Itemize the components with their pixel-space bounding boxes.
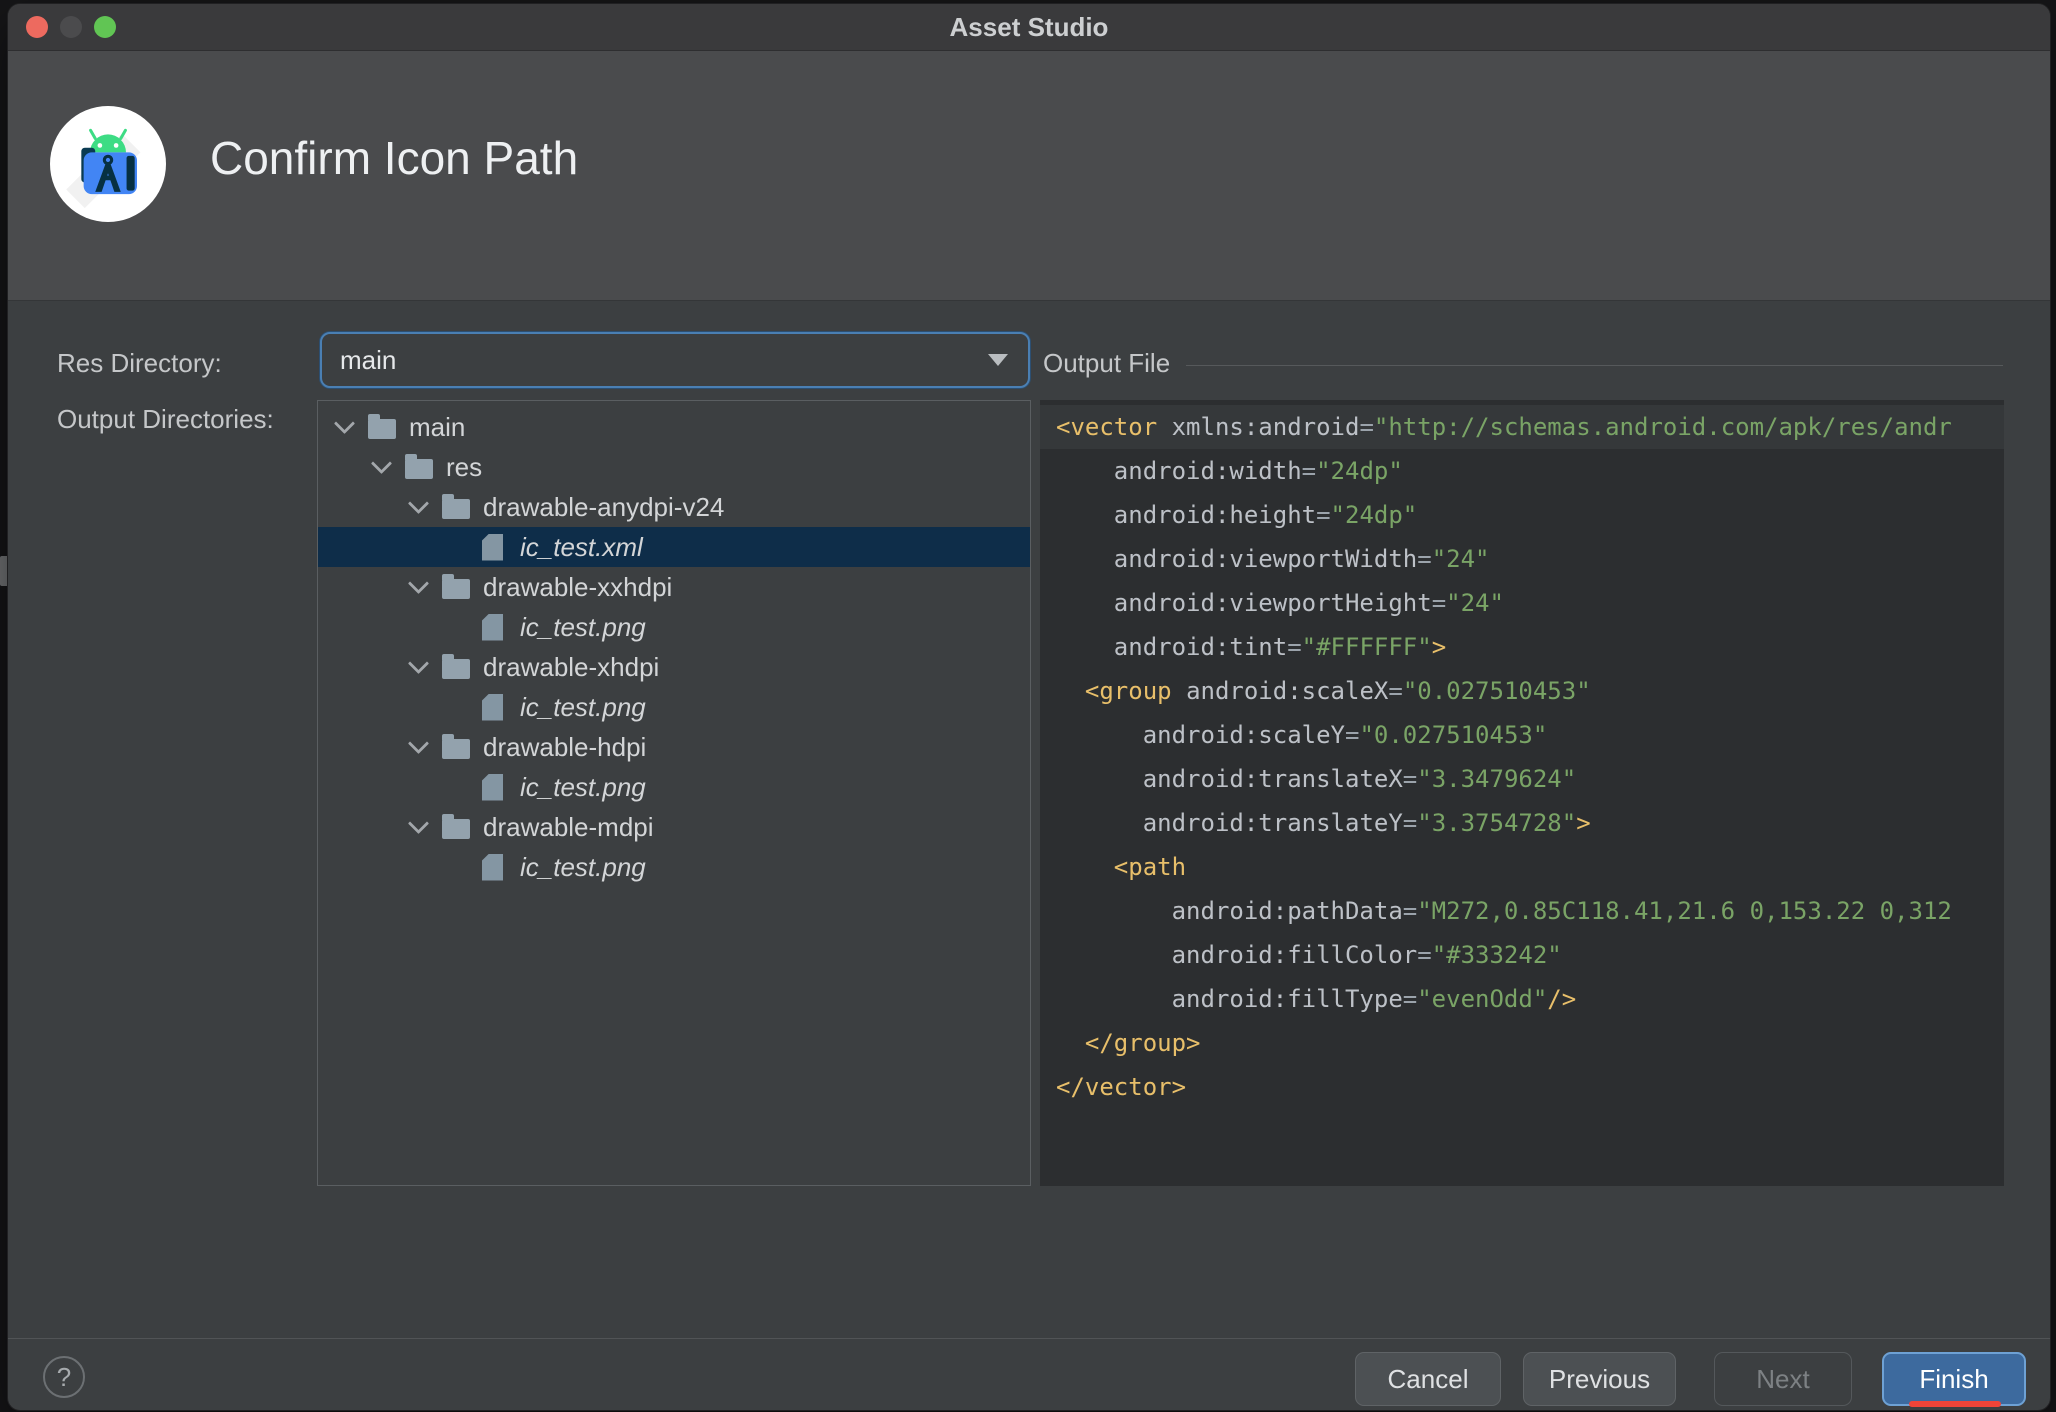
tree-item-label: ic_test.xml [520, 532, 643, 563]
code-line: android:viewportHeight="24" [1040, 581, 2004, 625]
code-line: android:height="24dp" [1040, 493, 2004, 537]
file-icon [482, 854, 503, 881]
output-file-header: Output File [1043, 348, 2003, 379]
titlebar: Asset Studio [8, 4, 2050, 51]
code-line: </group> [1040, 1021, 2004, 1065]
chevron-down-icon[interactable] [408, 733, 429, 754]
code-line: android:viewportWidth="24" [1040, 537, 2004, 581]
tree-item-ic_test.png[interactable]: ic_test.png [318, 687, 1030, 727]
tree-item-label: res [446, 452, 482, 483]
asset-studio-dialog: Asset Studio [8, 4, 2050, 1410]
code-line: <path [1040, 845, 2004, 889]
res-directory-combobox[interactable]: main [320, 332, 1030, 388]
res-directory-value: main [340, 345, 988, 376]
output-directories-tree[interactable]: main resdrawable-anydpi-v24 ic_test.xmldra… [317, 400, 1031, 1186]
tree-item-label: ic_test.png [520, 772, 646, 803]
tree-item-drawable-hdpi[interactable]: drawable-hdpi [318, 727, 1030, 767]
code-line: </vector> [1040, 1065, 2004, 1109]
code-line: android:scaleY="0.027510453" [1040, 713, 2004, 757]
tree-item-label: ic_test.png [520, 612, 646, 643]
folder-icon [368, 419, 396, 439]
next-button: Next [1714, 1352, 1852, 1406]
output-directories-label: Output Directories: [57, 404, 274, 435]
file-icon [482, 534, 503, 561]
finish-button[interactable]: Finish [1882, 1352, 2026, 1406]
folder-icon [442, 579, 470, 599]
tree-item-main[interactable]: main [318, 407, 1030, 447]
tree-item-label: drawable-xhdpi [483, 652, 659, 683]
tree-item-label: ic_test.png [520, 692, 646, 723]
page-title: Confirm Icon Path [210, 131, 578, 185]
cancel-button[interactable]: Cancel [1355, 1352, 1501, 1406]
tree-item-label: drawable-anydpi-v24 [483, 492, 724, 523]
chevron-down-icon[interactable] [988, 354, 1008, 366]
tree-item-label: drawable-mdpi [483, 812, 654, 843]
footer-divider [8, 1338, 2050, 1339]
code-line: <vector xmlns:android="http://schemas.an… [1040, 405, 2004, 449]
tree-item-label: drawable-hdpi [483, 732, 646, 763]
chevron-down-icon[interactable] [408, 653, 429, 674]
tree-item-ic_test.png[interactable]: ic_test.png [318, 847, 1030, 887]
file-icon [482, 694, 503, 721]
wizard-header: Confirm Icon Path [8, 51, 2050, 301]
window-title: Asset Studio [8, 4, 2050, 50]
folder-icon [442, 819, 470, 839]
folder-icon [442, 659, 470, 679]
finish-underline-annotation [1909, 1401, 2001, 1407]
folder-icon [442, 499, 470, 519]
code-line: android:tint="#FFFFFF"> [1040, 625, 2004, 669]
chevron-down-icon[interactable] [371, 453, 392, 474]
tree-item-drawable-xhdpi[interactable]: drawable-xhdpi [318, 647, 1030, 687]
code-line: android:pathData="M272,0.85C118.41,21.6 … [1040, 889, 2004, 933]
code-line: android:width="24dp" [1040, 449, 2004, 493]
help-button[interactable]: ? [43, 1356, 85, 1398]
chevron-down-icon[interactable] [408, 813, 429, 834]
chevron-down-icon[interactable] [334, 413, 355, 434]
output-file-preview[interactable]: <vector xmlns:android="http://schemas.an… [1040, 400, 2004, 1186]
android-studio-icon [50, 106, 166, 222]
file-icon [482, 774, 503, 801]
file-icon [482, 614, 503, 641]
code-line: <group android:scaleX="0.027510453" [1040, 669, 2004, 713]
tree-item-drawable-xxhdpi[interactable]: drawable-xxhdpi [318, 567, 1030, 607]
folder-icon [405, 459, 433, 479]
tree-item-res[interactable]: res [318, 447, 1030, 487]
tree-item-drawable-anydpi-v24[interactable]: drawable-anydpi-v24 [318, 487, 1030, 527]
tree-item-label: ic_test.png [520, 852, 646, 883]
tree-item-drawable-mdpi[interactable]: drawable-mdpi [318, 807, 1030, 847]
code-line: android:translateY="3.3754728"> [1040, 801, 2004, 845]
tree-item-label: drawable-xxhdpi [483, 572, 672, 603]
chevron-down-icon[interactable] [408, 493, 429, 514]
code-line: android:translateX="3.3479624" [1040, 757, 2004, 801]
folder-icon [442, 739, 470, 759]
tree-item-label: main [409, 412, 465, 443]
output-file-label: Output File [1043, 348, 1170, 379]
res-directory-label: Res Directory: [57, 348, 222, 379]
code-line: android:fillColor="#333242" [1040, 933, 2004, 977]
chevron-down-icon[interactable] [408, 573, 429, 594]
tree-item-ic_test.png[interactable]: ic_test.png [318, 767, 1030, 807]
tree-item-ic_test.png[interactable]: ic_test.png [318, 607, 1030, 647]
tree-item-ic_test.xml[interactable]: ic_test.xml [318, 527, 1030, 567]
previous-button[interactable]: Previous [1523, 1352, 1676, 1406]
code-line: android:fillType="evenOdd"/> [1040, 977, 2004, 1021]
separator-line [1186, 365, 2003, 366]
